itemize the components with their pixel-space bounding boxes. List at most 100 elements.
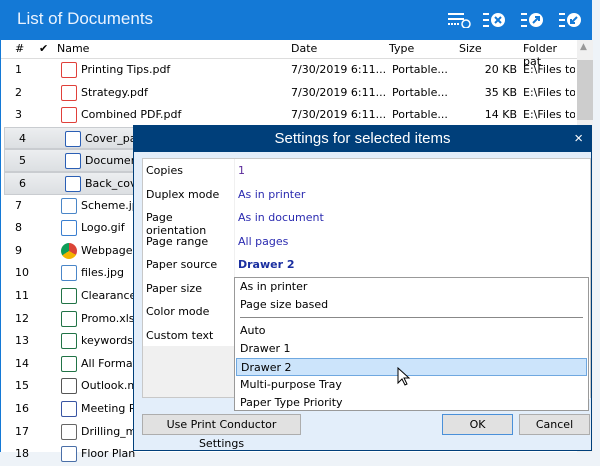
property-label: Paper source bbox=[146, 258, 218, 271]
row-number: 4 bbox=[19, 131, 26, 145]
column-header: # ✔ Name Date Type Size Folder pat bbox=[1, 40, 577, 68]
close-icon[interactable]: × bbox=[574, 126, 583, 152]
property-label: Color mode bbox=[146, 305, 210, 318]
title-bar: List of Documents bbox=[1, 0, 592, 40]
chrome-file-icon bbox=[61, 242, 77, 259]
ok-button[interactable]: OK bbox=[442, 414, 513, 435]
cancel-button[interactable]: Cancel bbox=[519, 414, 590, 435]
file-name: Strategy.pdf bbox=[81, 85, 148, 99]
dropdown-option[interactable]: Drawer 1 bbox=[236, 340, 587, 358]
property-label: Copies bbox=[146, 164, 183, 177]
use-print-conductor-settings-button[interactable]: Use Print Conductor Settings bbox=[142, 414, 301, 450]
image-file-icon bbox=[61, 265, 77, 282]
dialog-title: Settings for selected items bbox=[274, 130, 451, 147]
file-name: Documen bbox=[85, 154, 138, 168]
file-date: 7/30/2019 6:11... bbox=[291, 63, 387, 76]
col-check[interactable]: ✔ bbox=[39, 42, 48, 55]
row-number: 6 bbox=[19, 176, 26, 190]
remove-item-icon[interactable] bbox=[482, 12, 506, 28]
property-label: Paper size bbox=[146, 281, 202, 295]
col-size[interactable]: Size bbox=[459, 42, 482, 55]
file-type: Portable... bbox=[392, 85, 448, 99]
col-date[interactable]: Date bbox=[291, 42, 317, 55]
property-label: Duplex mode bbox=[146, 187, 220, 201]
dropdown-option[interactable]: Drawer 2 bbox=[236, 358, 587, 376]
row-number: 5 bbox=[19, 154, 26, 168]
row-number: 3 bbox=[15, 108, 22, 122]
row-number: 12 bbox=[15, 311, 29, 325]
file-folder: E:\Files to bbox=[523, 63, 575, 76]
col-name[interactable]: Name bbox=[57, 42, 89, 55]
table-row[interactable]: 2 Strategy.pdf 7/30/2019 6:11... Portable..… bbox=[1, 82, 576, 105]
gif-file-icon bbox=[61, 220, 77, 237]
property-value[interactable]: All pages bbox=[238, 235, 288, 248]
pdf-file-icon bbox=[61, 84, 77, 101]
file-name: files.jpg bbox=[81, 266, 125, 280]
file-name: Outlook.m bbox=[81, 379, 139, 393]
file-name: Floor Plan bbox=[81, 447, 136, 461]
file-name: Combined PDF.pdf bbox=[81, 108, 182, 122]
paper-source-dropdown[interactable]: As in printer Page size based Auto Drawer 1… bbox=[234, 277, 589, 411]
table-row[interactable]: 3 Combined PDF.pdf 7/30/2019 6:11... Portab… bbox=[1, 104, 576, 127]
row-number: 17 bbox=[15, 424, 29, 438]
excel-file-icon bbox=[61, 287, 77, 304]
file-name: All Format bbox=[81, 356, 137, 370]
file-folder: E:\Files to bbox=[523, 85, 575, 99]
excel-file-icon bbox=[61, 333, 77, 350]
row-number: 8 bbox=[15, 221, 22, 235]
dialog-title-bar: Settings for selected items × bbox=[134, 126, 591, 152]
settings-dialog: Settings for selected items × Copies Dupl… bbox=[133, 125, 592, 451]
import-list-icon[interactable] bbox=[558, 12, 582, 28]
file-date: 7/30/2019 6:11... bbox=[291, 85, 387, 99]
scroll-up-icon[interactable]: ▲ bbox=[580, 42, 587, 52]
mail-file-icon bbox=[61, 378, 77, 395]
row-number: 18 bbox=[15, 447, 29, 461]
row-number: 10 bbox=[15, 266, 29, 280]
dropdown-option[interactable]: Page size based bbox=[236, 296, 587, 314]
file-name: keywords. bbox=[81, 334, 137, 348]
property-value[interactable]: As in printer bbox=[238, 188, 305, 201]
word-file-icon bbox=[65, 153, 81, 170]
image-file-icon bbox=[61, 197, 77, 214]
property-label: Page orientation bbox=[146, 211, 207, 237]
dropdown-option[interactable]: Auto bbox=[236, 322, 587, 340]
property-label: Custom text bbox=[146, 328, 214, 342]
file-name: Clearance. bbox=[81, 288, 140, 302]
row-number: 11 bbox=[15, 288, 29, 302]
property-value[interactable]: Drawer 2 bbox=[238, 258, 295, 271]
file-size: 14 KB bbox=[484, 108, 517, 122]
table-row[interactable]: 1 Printing Tips.pdf 7/30/2019 6:11... Porta… bbox=[1, 59, 576, 82]
row-number: 13 bbox=[15, 334, 29, 348]
file-name: Printing Tips.pdf bbox=[81, 63, 171, 76]
scroll-thumb[interactable] bbox=[577, 60, 593, 120]
property-value[interactable]: As in document bbox=[238, 211, 324, 224]
file-type: Portable... bbox=[392, 63, 448, 76]
file-folder: E:\Files to bbox=[523, 108, 575, 122]
dropdown-option[interactable]: As in printer bbox=[236, 278, 587, 296]
mouse-cursor-icon bbox=[397, 367, 411, 386]
file-name: Meeting R bbox=[81, 401, 137, 415]
dropdown-option[interactable]: Paper Type Priority bbox=[236, 394, 587, 412]
word-file-icon bbox=[65, 130, 81, 147]
pdf-file-icon bbox=[61, 62, 77, 78]
dropdown-option[interactable]: Multi-purpose Tray bbox=[236, 376, 587, 394]
file-name: Promo.xls bbox=[81, 311, 135, 325]
file-size: 20 KB bbox=[484, 63, 517, 76]
file-date: 7/30/2019 6:11... bbox=[291, 108, 387, 122]
row-number: 16 bbox=[15, 401, 29, 415]
property-value[interactable]: 1 bbox=[238, 164, 245, 177]
file-type: Portable... bbox=[392, 108, 448, 122]
pdf-file-icon bbox=[61, 107, 77, 124]
file-size: 35 KB bbox=[484, 85, 517, 99]
row-number: 9 bbox=[15, 243, 22, 257]
col-type[interactable]: Type bbox=[389, 42, 414, 55]
property-labels: Copies Duplex mode Page orientation Page ra… bbox=[143, 159, 234, 346]
col-num[interactable]: # bbox=[15, 42, 24, 55]
excel-file-icon bbox=[61, 355, 77, 372]
file-name: Webpage. bbox=[81, 243, 136, 257]
property-label: Page range bbox=[146, 234, 209, 248]
clear-list-icon[interactable] bbox=[447, 12, 471, 28]
export-list-icon[interactable] bbox=[520, 12, 544, 28]
word-file-icon bbox=[65, 175, 81, 192]
row-number: 7 bbox=[15, 198, 22, 212]
